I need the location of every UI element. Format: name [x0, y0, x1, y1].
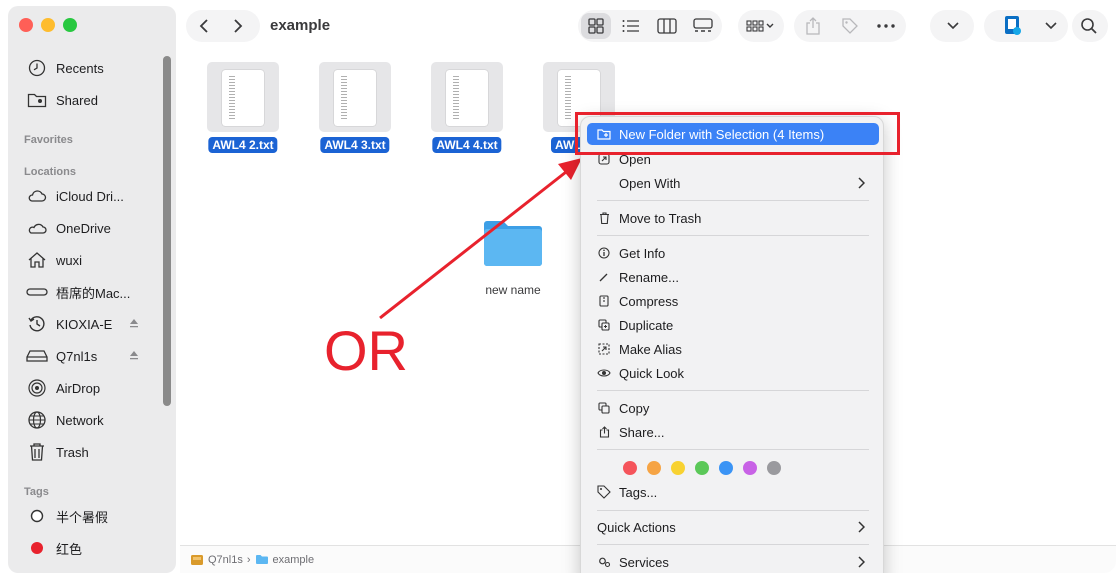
menu-item-compress[interactable]: Compress	[587, 290, 879, 312]
copy-icon	[597, 401, 611, 415]
menu-item-label: Move to Trash	[619, 210, 702, 226]
tag-color-dot[interactable]	[695, 461, 709, 475]
menu-item-duplicate[interactable]: Duplicate	[587, 314, 879, 336]
chevron-right-icon	[858, 556, 865, 568]
menu-item-label: Duplicate	[619, 317, 674, 333]
menu-separator	[597, 235, 869, 236]
tag-color-dot[interactable]	[671, 461, 685, 475]
tag-color-dot[interactable]	[719, 461, 733, 475]
tag-color-dot[interactable]	[767, 461, 781, 475]
eye-icon	[597, 366, 611, 380]
folder-icon	[255, 555, 268, 564]
path-separator-icon: ›	[246, 553, 251, 566]
path-item[interactable]: Q7nl1s	[190, 554, 243, 566]
gear-icon	[597, 555, 611, 569]
menu-item-label: Services	[619, 554, 669, 570]
trash-icon	[597, 211, 611, 225]
tag-color-dot[interactable]	[647, 461, 661, 475]
menu-separator	[597, 510, 869, 511]
menu-item-make-alias[interactable]: Make Alias	[587, 338, 879, 360]
drive-icon	[191, 554, 203, 565]
menu-item-label: Quick Look	[619, 365, 685, 381]
menu-item-label: Quick Actions	[597, 519, 676, 535]
annotation-arrow	[379, 158, 582, 320]
context-menu: New Folder with Selection (4 Items) Open…	[580, 116, 884, 573]
tag-color-dot[interactable]	[743, 461, 757, 475]
tag-color-dot[interactable]	[623, 461, 637, 475]
menu-item-label: Share...	[619, 424, 665, 440]
menu-separator	[597, 200, 869, 201]
share-icon	[597, 425, 611, 439]
menu-item-share[interactable]: Share...	[587, 421, 879, 443]
tag-icon	[597, 485, 611, 499]
chevron-right-icon	[858, 177, 865, 189]
menu-item-label: Make Alias	[619, 341, 682, 357]
menu-item-label: Open With	[619, 175, 681, 191]
annotation-highlight-box	[575, 112, 900, 155]
menu-item-services[interactable]: Services	[587, 551, 879, 573]
menu-item-tags[interactable]: Tags...	[587, 481, 879, 503]
chevron-right-icon	[858, 521, 865, 533]
duplicate-icon	[597, 318, 611, 332]
path-item[interactable]: example	[255, 553, 315, 566]
menu-item-quick-actions[interactable]: Quick Actions	[587, 516, 879, 538]
info-icon	[597, 246, 611, 260]
menu-item-copy[interactable]: Copy	[587, 397, 879, 419]
archive-icon	[597, 294, 611, 308]
menu-item-label: Compress	[619, 293, 679, 309]
menu-item-rename[interactable]: Rename...	[587, 266, 879, 288]
menu-item-open-with[interactable]: Open With	[587, 172, 879, 194]
menu-item-label: Tags...	[619, 484, 658, 500]
menu-item-label: Rename...	[619, 269, 679, 285]
menu-item-label: Get Info	[619, 245, 666, 261]
path-item-label: Q7nl1s	[208, 553, 243, 566]
menu-item-quick-look[interactable]: Quick Look	[587, 362, 879, 384]
menu-item-move-to-trash[interactable]: Move to Trash	[587, 207, 879, 229]
menu-separator	[597, 449, 869, 450]
menu-item-label: Copy	[619, 400, 650, 416]
menu-separator	[597, 390, 869, 391]
pencil-icon	[597, 270, 611, 284]
menu-separator	[597, 544, 869, 545]
path-item-label: example	[272, 553, 315, 566]
menu-item-get-info[interactable]: Get Info	[587, 242, 879, 264]
finder-window: Recents Shared Favorites Locations iClou…	[0, 0, 1116, 573]
alias-icon	[597, 342, 611, 356]
